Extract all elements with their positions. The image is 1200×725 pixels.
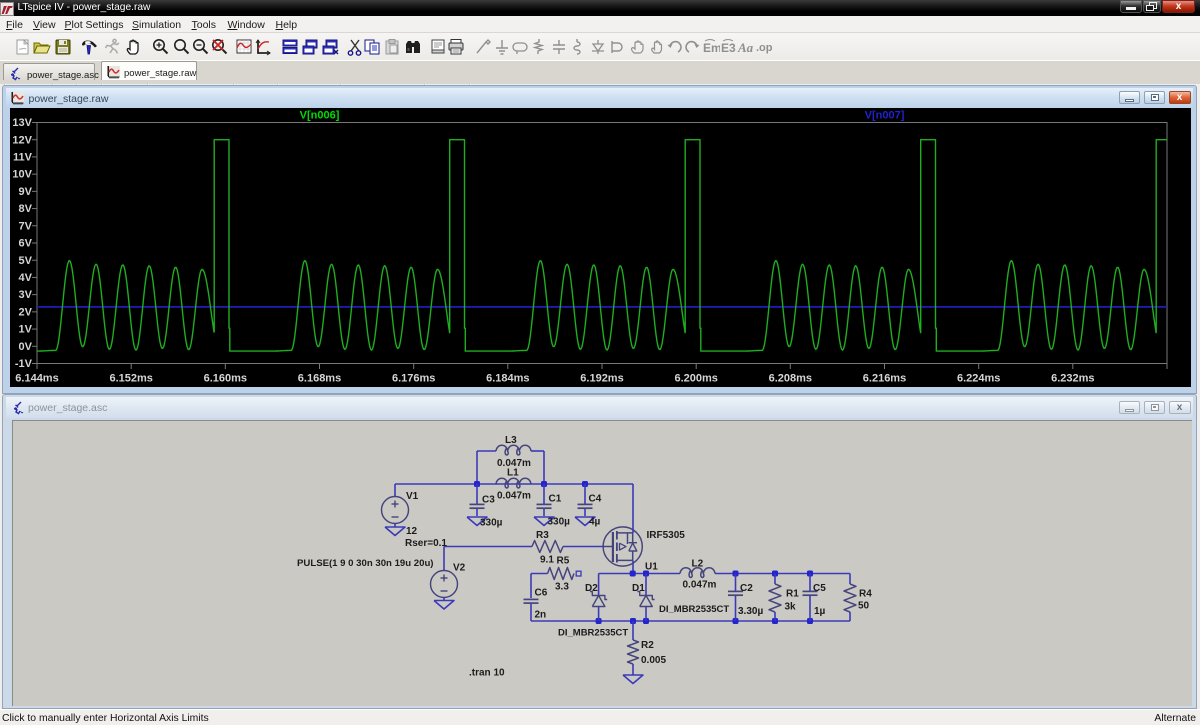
svg-text:9.1: 9.1 bbox=[540, 555, 554, 566]
svg-text:C3: C3 bbox=[482, 495, 495, 506]
svg-text:12: 12 bbox=[406, 526, 418, 537]
svg-text:D2: D2 bbox=[585, 583, 598, 594]
svg-text:4µ: 4µ bbox=[589, 517, 601, 528]
svg-text:L3: L3 bbox=[505, 435, 517, 446]
svg-text:0.047m: 0.047m bbox=[497, 491, 531, 502]
svg-text:C4: C4 bbox=[589, 494, 602, 505]
svg-text:U1: U1 bbox=[645, 562, 658, 573]
svg-text:1µ: 1µ bbox=[814, 606, 826, 617]
svg-text:V2: V2 bbox=[453, 563, 466, 574]
svg-text:50: 50 bbox=[858, 601, 870, 612]
svg-text:V1: V1 bbox=[406, 491, 419, 502]
svg-text:2n: 2n bbox=[535, 610, 547, 621]
svg-text:L2: L2 bbox=[692, 559, 704, 570]
svg-text:C1: C1 bbox=[549, 494, 562, 505]
svg-text:0.005: 0.005 bbox=[641, 655, 666, 666]
svg-text:R1: R1 bbox=[786, 589, 799, 600]
svg-text:330µ: 330µ bbox=[480, 518, 503, 529]
svg-text:R4: R4 bbox=[859, 589, 872, 600]
svg-text:.tran 10: .tran 10 bbox=[469, 668, 505, 679]
svg-text:IRF5305: IRF5305 bbox=[647, 530, 686, 541]
svg-text:R5: R5 bbox=[557, 556, 570, 567]
svg-text:DI_MBR2535CT: DI_MBR2535CT bbox=[659, 604, 729, 615]
svg-text:R2: R2 bbox=[641, 640, 654, 651]
svg-text:3k: 3k bbox=[785, 602, 797, 613]
svg-text:C5: C5 bbox=[813, 583, 826, 594]
svg-text:R3: R3 bbox=[536, 530, 549, 541]
svg-text:0.047m: 0.047m bbox=[683, 580, 717, 591]
svg-text:PULSE(1 9 0 30n 30n 19u 20u): PULSE(1 9 0 30n 30n 19u 20u) bbox=[297, 558, 434, 569]
svg-text:330µ: 330µ bbox=[548, 517, 571, 528]
svg-text:Rser=0.1: Rser=0.1 bbox=[405, 538, 447, 549]
svg-text:C6: C6 bbox=[535, 588, 548, 599]
svg-text:DI_MBR2535CT: DI_MBR2535CT bbox=[558, 628, 628, 639]
svg-text:L1: L1 bbox=[507, 468, 519, 479]
svg-text:C2: C2 bbox=[740, 583, 753, 594]
svg-text:3.30µ: 3.30µ bbox=[738, 606, 763, 617]
svg-text:D1: D1 bbox=[632, 583, 645, 594]
svg-text:3.3: 3.3 bbox=[555, 582, 569, 593]
